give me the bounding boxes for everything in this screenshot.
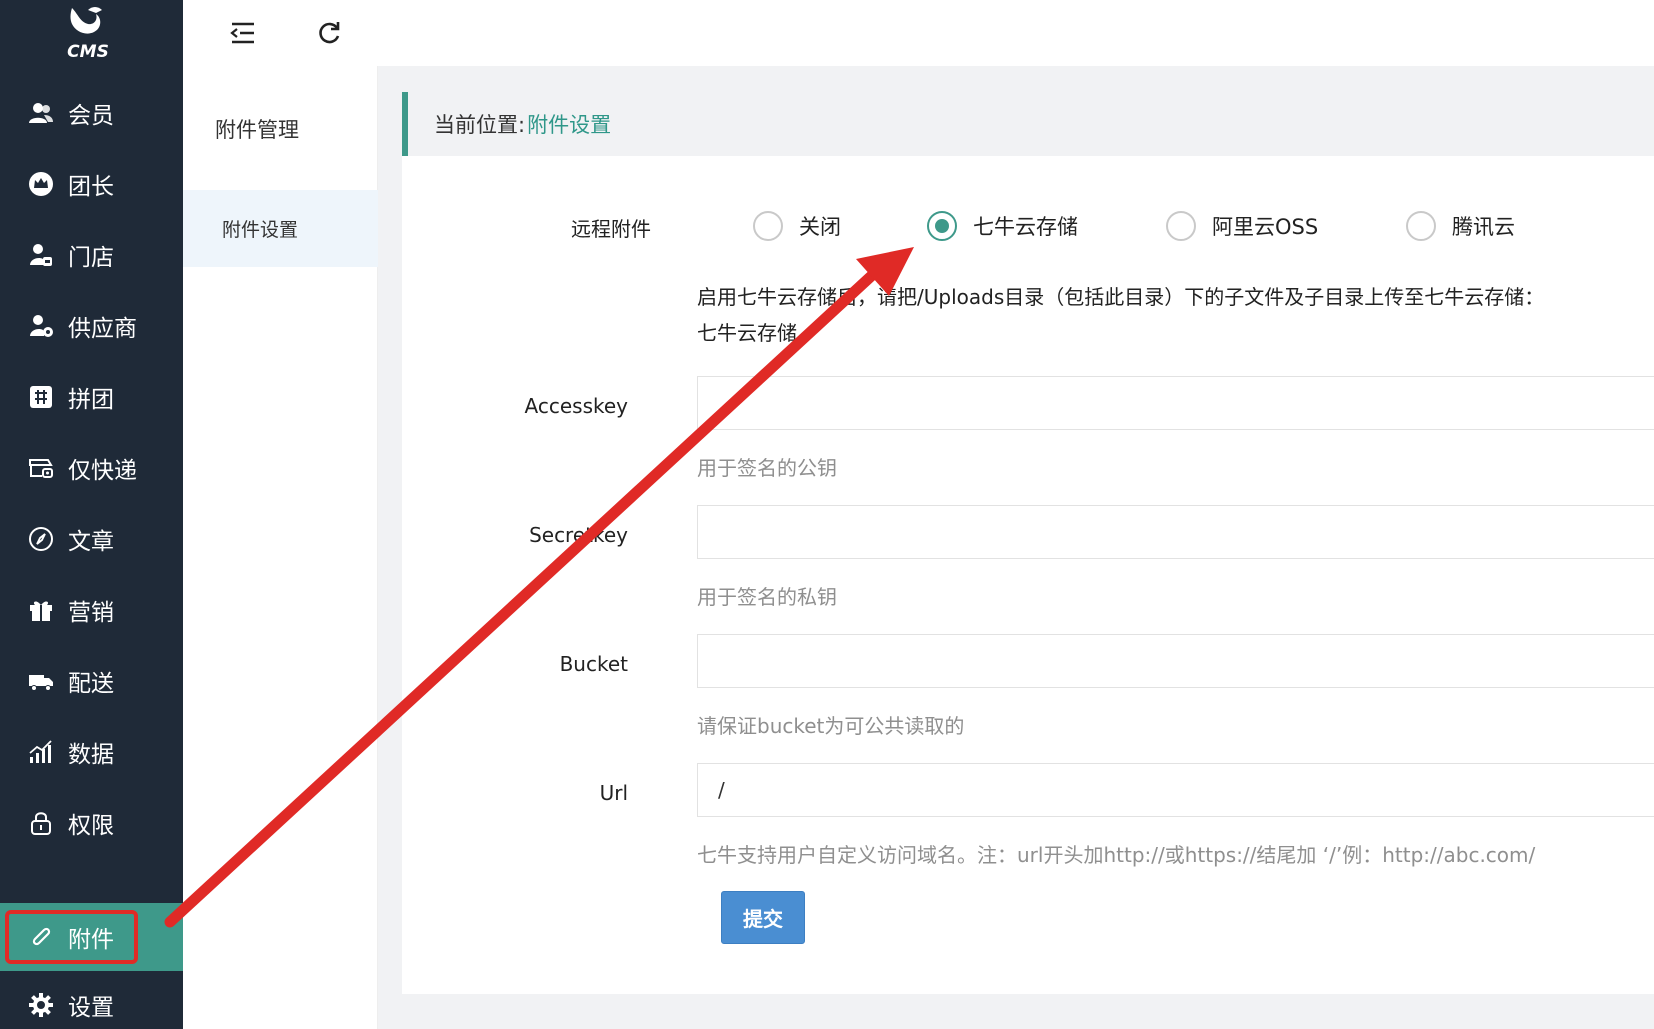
url-input[interactable] [697,763,1654,817]
radio-option-qiniu[interactable]: 七牛云存储 [927,211,1078,241]
sidebar-item-label: 门店 [68,245,114,271]
sidebar-item-leaders[interactable]: 团长 [0,151,183,217]
sidebar-item-label: 营销 [68,600,114,626]
sidebar-item-permissions[interactable]: 权限 [0,790,183,856]
sidebar-item-group-buy[interactable]: 拼团 [0,364,183,430]
url-hint: 七牛支持用户自定义访问域名。注：url开头加http://或https://结尾… [697,843,1536,867]
gift-icon [28,597,54,623]
radio-circle-checked [927,211,957,241]
gear-icon [28,992,54,1018]
sidebar-item-label: 设置 [68,995,114,1021]
bucket-label: Bucket [559,652,628,676]
breadcrumb: 当前位置: 附件设置 [402,92,1654,156]
sidebar-item-label: 团长 [68,174,114,200]
url-label: Url [599,781,628,805]
menu-collapse-icon [230,22,254,44]
main-sidebar: CMS 会员 团长 门店 供应商 拼团 仅快递 文章 营销 配送 数据 权限 附… [0,0,183,1029]
sidebar-item-attachments[interactable]: 附件 [0,903,183,971]
secretkey-label: Secretkey [529,523,628,547]
store-user-icon [28,242,54,268]
sidebar-item-delivery[interactable]: 配送 [0,648,183,714]
sidebar-item-label: 配送 [68,671,114,697]
submit-button[interactable]: 提交 [721,891,805,944]
bucket-input[interactable] [697,634,1654,688]
sidebar-item-data[interactable]: 数据 [0,719,183,785]
submenu-title: 附件管理 [215,118,299,142]
paperclip-icon [28,924,54,950]
sidebar-item-label: 数据 [68,742,114,768]
radio-circle [753,211,783,241]
lock-icon [28,810,54,836]
secretkey-input[interactable] [697,505,1654,559]
secretkey-hint: 用于签名的私钥 [697,585,837,609]
sidebar-item-articles[interactable]: 文章 [0,506,183,572]
sidebar-item-label: 附件 [68,927,114,953]
qiniu-tip: 启用七牛云存储后，请把/Uploads目录（包括此目录）下的子文件及子目录上传至… [697,279,1637,351]
truck-icon [28,668,54,694]
sidebar-item-label: 拼团 [68,387,114,413]
crown-icon [28,171,54,197]
radio-label: 关闭 [799,215,841,239]
radio-circle [1406,211,1436,241]
sidebar-item-stores[interactable]: 门店 [0,222,183,288]
radio-option-aliyun[interactable]: 阿里云OSS [1166,211,1318,241]
logo-text: CMS [67,42,109,62]
accesskey-hint: 用于签名的公钥 [697,456,837,480]
bird-logo-icon [70,7,102,34]
radio-label: 七牛云存储 [973,215,1078,239]
top-toolbar [183,0,1654,66]
sidebar-item-settings[interactable]: 设置 [0,972,183,1029]
sidebar-item-label: 会员 [68,103,114,129]
sidebar-item-suppliers[interactable]: 供应商 [0,293,183,359]
sidebar-item-express[interactable]: 仅快递 [0,435,183,501]
radio-option-tencent[interactable]: 腾讯云 [1406,211,1515,241]
remote-attachment-label: 远程附件 [571,217,651,241]
refresh-button[interactable] [311,15,347,51]
radio-label: 阿里云OSS [1212,215,1319,239]
qiniu-tip-line2: 七牛云存储 [697,321,797,345]
radio-label: 腾讯云 [1452,215,1515,239]
sidebar-item-label: 文章 [68,529,114,555]
attachment-submenu: 附件管理 附件设置 [183,66,378,1029]
supplier-icon [28,313,54,339]
compass-icon [28,526,54,552]
sidebar-item-marketing[interactable]: 营销 [0,577,183,643]
sidebar-item-members[interactable]: 会员 [0,80,183,146]
accesskey-input[interactable] [697,376,1654,430]
bar-chart-icon [28,739,54,765]
sidebar-item-label: 权限 [68,813,114,839]
group-buy-icon [28,384,54,410]
submenu-item-attachment-settings[interactable]: 附件设置 [183,190,378,267]
users-icon [28,100,54,126]
breadcrumb-current[interactable]: 附件设置 [527,109,611,139]
menu-collapse-button[interactable] [225,15,261,51]
express-icon [28,455,54,481]
radio-option-off[interactable]: 关闭 [753,211,841,241]
accesskey-label: Accesskey [524,394,628,418]
sidebar-item-label: 供应商 [68,316,137,342]
radio-circle [1166,211,1196,241]
refresh-icon [319,22,340,44]
breadcrumb-prefix: 当前位置: [434,113,526,137]
bucket-hint: 请保证bucket为可公共读取的 [697,714,965,738]
qiniu-tip-line1: 启用七牛云存储后，请把/Uploads目录（包括此目录）下的子文件及子目录上传至… [697,285,1545,309]
cms-logo[interactable]: CMS [58,4,118,64]
sidebar-item-label: 仅快递 [68,458,137,484]
